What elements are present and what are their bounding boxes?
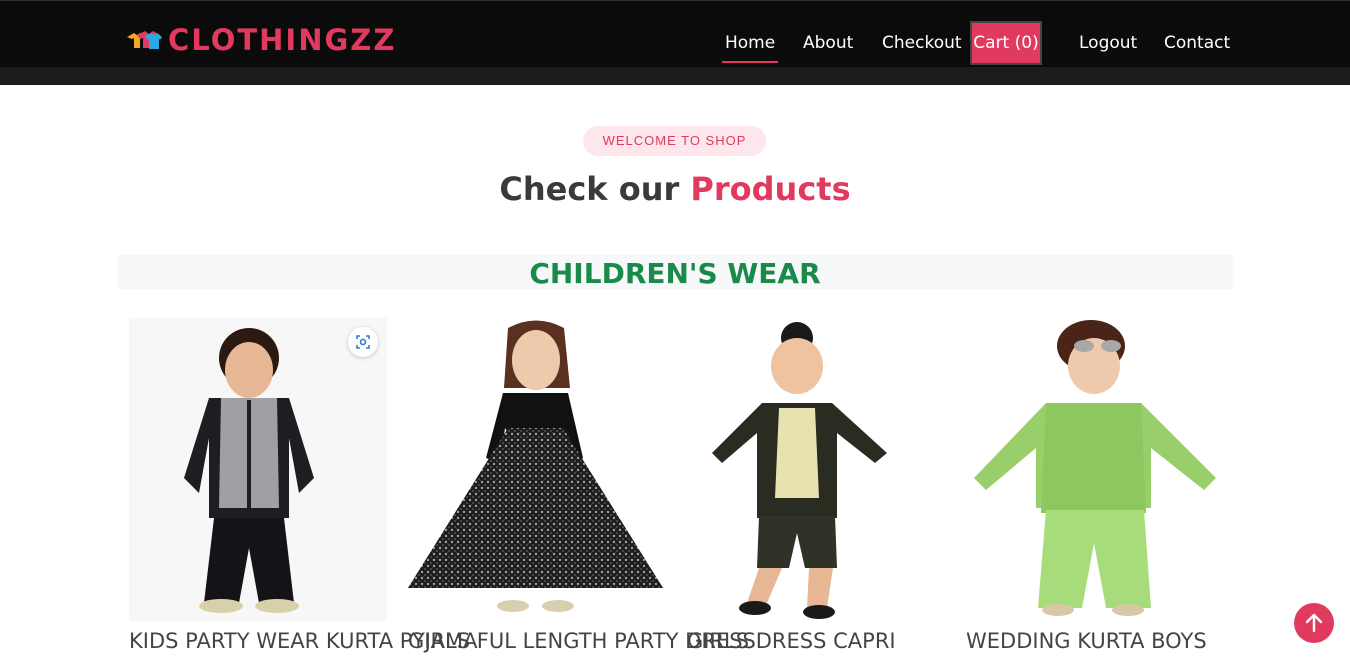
title-prefix: Check our bbox=[499, 170, 680, 208]
product-name[interactable]: WEDDING KURTA BOYS bbox=[966, 629, 1236, 653]
product-image[interactable] bbox=[408, 318, 666, 621]
nav-about[interactable]: About bbox=[803, 31, 853, 55]
header-divider bbox=[0, 67, 1350, 85]
site-header: CLOTHINGZZ Home About Checkout Cart (0) … bbox=[0, 0, 1350, 67]
page: CLOTHINGZZ Home About Checkout Cart (0) … bbox=[0, 0, 1350, 659]
scroll-top-button[interactable] bbox=[1294, 603, 1334, 643]
product-image[interactable] bbox=[687, 318, 945, 621]
title-accent: Products bbox=[690, 170, 851, 208]
category-title: CHILDREN'S WEAR bbox=[529, 257, 821, 290]
product-card[interactable]: WEDDING KURTA BOYS bbox=[966, 318, 1224, 659]
page-title: Check our Products bbox=[0, 170, 1350, 208]
nav-checkout[interactable]: Checkout bbox=[882, 31, 962, 55]
nav-cart-button[interactable]: Cart (0) bbox=[970, 21, 1042, 65]
nav-logout[interactable]: Logout bbox=[1079, 31, 1137, 55]
main-nav: Home About Checkout Cart (0) Logout Cont… bbox=[0, 21, 1350, 65]
nav-contact[interactable]: Contact bbox=[1164, 31, 1230, 55]
category-header: CHILDREN'S WEAR bbox=[117, 255, 1233, 290]
product-image[interactable] bbox=[129, 318, 387, 621]
zoom-button[interactable] bbox=[348, 327, 378, 357]
focus-zoom-icon bbox=[356, 335, 370, 349]
product-name[interactable]: GIRLS FUL LENGTH PARTY DRESS bbox=[408, 629, 756, 653]
product-card[interactable]: KIDS PARTY WEAR KURTA PYJAMA bbox=[129, 318, 477, 659]
welcome-badge: WELCOME TO SHOP bbox=[583, 126, 766, 156]
product-name[interactable]: KIDS PARTY WEAR KURTA PYJAMA bbox=[129, 629, 477, 653]
product-image[interactable] bbox=[966, 318, 1224, 621]
product-card[interactable]: GIRLS FUL LENGTH PARTY DRESS bbox=[408, 318, 756, 659]
arrow-up-icon bbox=[1305, 613, 1323, 633]
product-name[interactable]: GIRLS DRESS CAPRI bbox=[687, 629, 957, 653]
product-card[interactable]: GIRLS DRESS CAPRI bbox=[687, 318, 945, 659]
nav-home[interactable]: Home bbox=[721, 31, 779, 63]
